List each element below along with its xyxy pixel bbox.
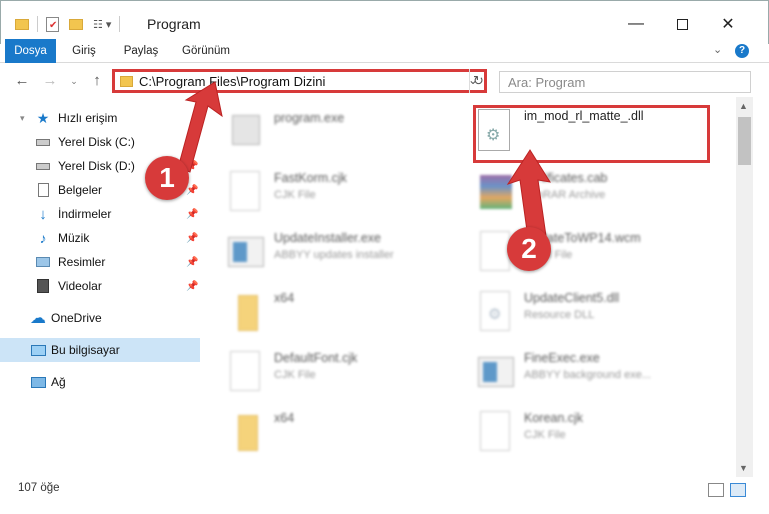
annotation-badge-1: 1 bbox=[145, 156, 189, 200]
annotation-badge-2: 2 bbox=[507, 227, 551, 271]
arrow-1 bbox=[177, 81, 223, 173]
arrow-2 bbox=[506, 149, 552, 239]
annotation-arrows bbox=[177, 81, 552, 239]
